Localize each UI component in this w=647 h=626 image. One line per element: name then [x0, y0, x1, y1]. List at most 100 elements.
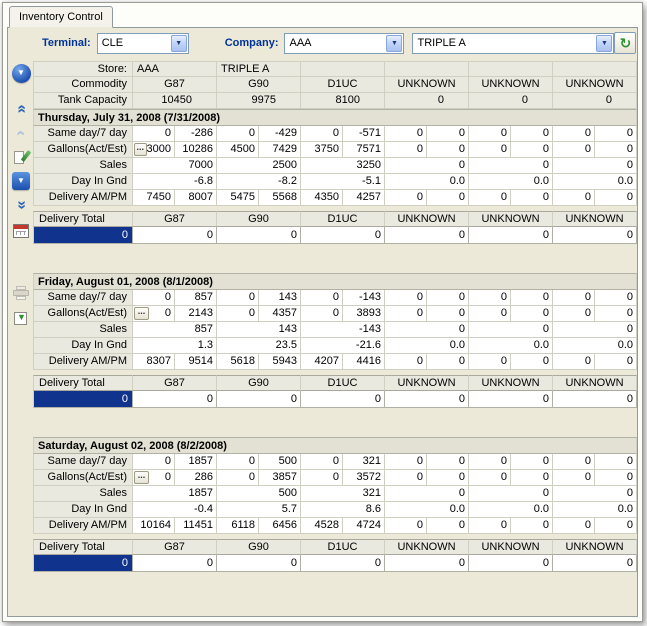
gallons-cell[interactable]: 10286 — [175, 142, 217, 158]
delivery-total-cell[interactable]: 0 — [133, 227, 217, 244]
refresh-button[interactable]: ↻ — [614, 32, 636, 54]
company-label: Company: — [225, 37, 279, 49]
sales-cell: 2500 — [217, 158, 301, 174]
day-header-row: Thursday, July 31, 2008 (7/31/2008) — [33, 109, 637, 126]
save-button[interactable]: ▼ — [10, 308, 32, 330]
gallons-cell[interactable]: 3893 — [343, 306, 385, 322]
double-chevron-up-icon: « — [13, 105, 29, 114]
delivery-total-label: Delivery Total — [33, 539, 133, 555]
delivery-total-cell[interactable]: 0 — [301, 555, 385, 572]
delivery-total-cell[interactable]: 0 — [553, 227, 637, 244]
gallons-cell[interactable]: ...0 — [133, 470, 175, 486]
gallons-row: Gallons(Act/Est)...021430435703893000000 — [33, 306, 637, 322]
gallons-cell[interactable]: 0 — [385, 470, 427, 486]
gallons-cell[interactable]: 3750 — [301, 142, 343, 158]
delivery-total-cell[interactable]: 0 — [553, 391, 637, 408]
terminal-combo[interactable]: CLE ▼ — [97, 33, 189, 54]
delivery-ampm-cell: 0 — [553, 354, 595, 370]
edit-button[interactable] — [10, 146, 32, 168]
delivery-total-selected-cell[interactable]: 0 — [33, 227, 133, 244]
tank-capacity-cell: 0 — [553, 93, 637, 109]
gallons-cell[interactable]: 0 — [469, 306, 511, 322]
previous-day-button[interactable]: ‹ — [10, 122, 32, 144]
day-in-gnd-row: Day In Gnd-0.45.78.60.00.00.0 — [33, 502, 637, 518]
delivery-total-selected-cell[interactable]: 0 — [33, 555, 133, 572]
gallons-cell[interactable]: 0 — [385, 306, 427, 322]
delivery-total-cell[interactable]: 0 — [301, 227, 385, 244]
day-in-gnd-cell: 1.3 — [133, 338, 217, 354]
gallons-cell[interactable]: 0 — [427, 470, 469, 486]
gallons-cell[interactable]: 0 — [301, 470, 343, 486]
gallons-cell[interactable]: 0 — [511, 142, 553, 158]
delivery-total-cell[interactable]: 0 — [385, 555, 469, 572]
current-day-button[interactable]: ▼ — [10, 62, 32, 84]
sales-cell: 7000 — [133, 158, 217, 174]
delivery-total-cell[interactable]: 0 — [469, 391, 553, 408]
same-day-label: Same day/7 day — [33, 290, 133, 306]
gallons-cell[interactable]: 0 — [553, 470, 595, 486]
delivery-total-cell[interactable]: 0 — [301, 391, 385, 408]
calendar-button[interactable] — [10, 220, 32, 242]
gallons-cell[interactable]: 0 — [427, 306, 469, 322]
gallons-cell[interactable]: 0 — [217, 306, 259, 322]
delivery-total-cell[interactable]: 0 — [385, 227, 469, 244]
day-header-row: Friday, August 01, 2008 (8/1/2008) — [33, 273, 637, 290]
gallons-cell[interactable]: 0 — [469, 470, 511, 486]
next-day-button[interactable]: ▼ — [10, 170, 32, 192]
gallons-cell[interactable]: 2143 — [175, 306, 217, 322]
gallons-cell[interactable]: 3572 — [343, 470, 385, 486]
gallons-cell[interactable]: 0 — [553, 142, 595, 158]
gallons-cell[interactable]: 4500 — [217, 142, 259, 158]
gallons-cell[interactable]: 0 — [301, 306, 343, 322]
gallons-cell[interactable]: 0 — [595, 470, 637, 486]
company-combo-arrow-icon[interactable]: ▼ — [386, 35, 402, 52]
delivery-total-commodity-cell: D1UC — [301, 375, 385, 391]
gallons-cell[interactable]: 3857 — [259, 470, 301, 486]
gallons-cell[interactable]: 0 — [385, 142, 427, 158]
delivery-total-cell[interactable]: 0 — [385, 391, 469, 408]
delivery-total-cell[interactable]: 0 — [217, 555, 301, 572]
gallons-cell[interactable]: 7429 — [259, 142, 301, 158]
company-combo[interactable]: AAA ▼ — [284, 33, 404, 54]
gallons-cell[interactable]: 0 — [553, 306, 595, 322]
company-name-combo-arrow-icon[interactable]: ▼ — [596, 35, 612, 52]
terminal-combo-arrow-icon[interactable]: ▼ — [171, 35, 187, 52]
store-row: Store:AAATRIPLE A — [33, 61, 637, 77]
delivery-total-cell[interactable]: 0 — [553, 555, 637, 572]
last-day-button[interactable]: » — [10, 194, 32, 216]
gallons-cell[interactable]: 4357 — [259, 306, 301, 322]
delivery-ampm-cell: 11451 — [175, 518, 217, 534]
delivery-ampm-cell: 5618 — [217, 354, 259, 370]
gallons-cell[interactable]: 0 — [511, 470, 553, 486]
gallons-cell[interactable]: 0 — [511, 306, 553, 322]
delivery-total-cell[interactable]: 0 — [133, 391, 217, 408]
gallons-cell[interactable]: ...3000 — [133, 142, 175, 158]
gallons-cell[interactable]: 0 — [595, 306, 637, 322]
delivery-total-commodity-cell: UNKNOWN — [385, 211, 469, 227]
day-in-gnd-cell: 5.7 — [217, 502, 301, 518]
day-in-gnd-cell: 0.0 — [469, 174, 553, 190]
gallons-cell[interactable]: ...0 — [133, 306, 175, 322]
first-day-button[interactable]: « — [10, 98, 32, 120]
delivery-total-cell[interactable]: 0 — [469, 227, 553, 244]
delivery-total-cell[interactable]: 0 — [133, 555, 217, 572]
gallons-cell[interactable]: 0 — [595, 142, 637, 158]
print-button[interactable] — [10, 282, 32, 304]
delivery-total-cell[interactable]: 0 — [469, 555, 553, 572]
gallons-cell[interactable]: 7571 — [343, 142, 385, 158]
gallons-cell[interactable]: 0 — [427, 142, 469, 158]
tab-inventory-control[interactable]: Inventory Control — [9, 6, 113, 28]
gallons-cell[interactable]: 0 — [469, 142, 511, 158]
same-day-cell: 0 — [217, 454, 259, 470]
gallons-ellipsis-button[interactable]: ... — [134, 143, 147, 156]
gallons-cell[interactable]: 0 — [217, 470, 259, 486]
delivery-ampm-cell: 5943 — [259, 354, 301, 370]
gallons-cell[interactable]: 286 — [175, 470, 217, 486]
gallons-ellipsis-button[interactable]: ... — [134, 471, 149, 484]
gallons-ellipsis-button[interactable]: ... — [134, 307, 149, 320]
delivery-total-selected-cell[interactable]: 0 — [33, 391, 133, 408]
delivery-ampm-cell: 0 — [553, 518, 595, 534]
company-name-combo[interactable]: TRIPLE A ▼ — [412, 33, 614, 54]
delivery-total-cell[interactable]: 0 — [217, 227, 301, 244]
delivery-total-cell[interactable]: 0 — [217, 391, 301, 408]
